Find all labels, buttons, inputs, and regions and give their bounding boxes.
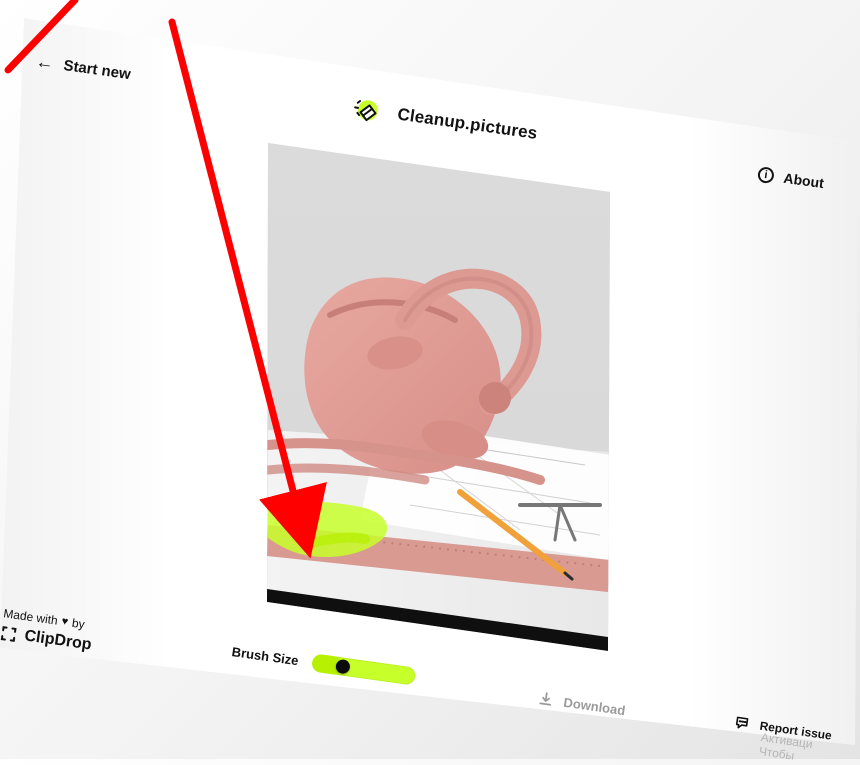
heart-icon: ♥ — [60, 614, 70, 628]
arrow-left-icon: ← — [34, 51, 56, 74]
eraser-logo-icon — [354, 100, 378, 122]
info-icon: i — [756, 166, 775, 185]
clipdrop-icon — [0, 626, 17, 642]
download-icon — [539, 692, 552, 706]
made-with-suffix: by — [71, 615, 86, 632]
watermark-line-2: Чтобы — [758, 744, 796, 763]
chat-bubble-icon — [735, 716, 749, 729]
